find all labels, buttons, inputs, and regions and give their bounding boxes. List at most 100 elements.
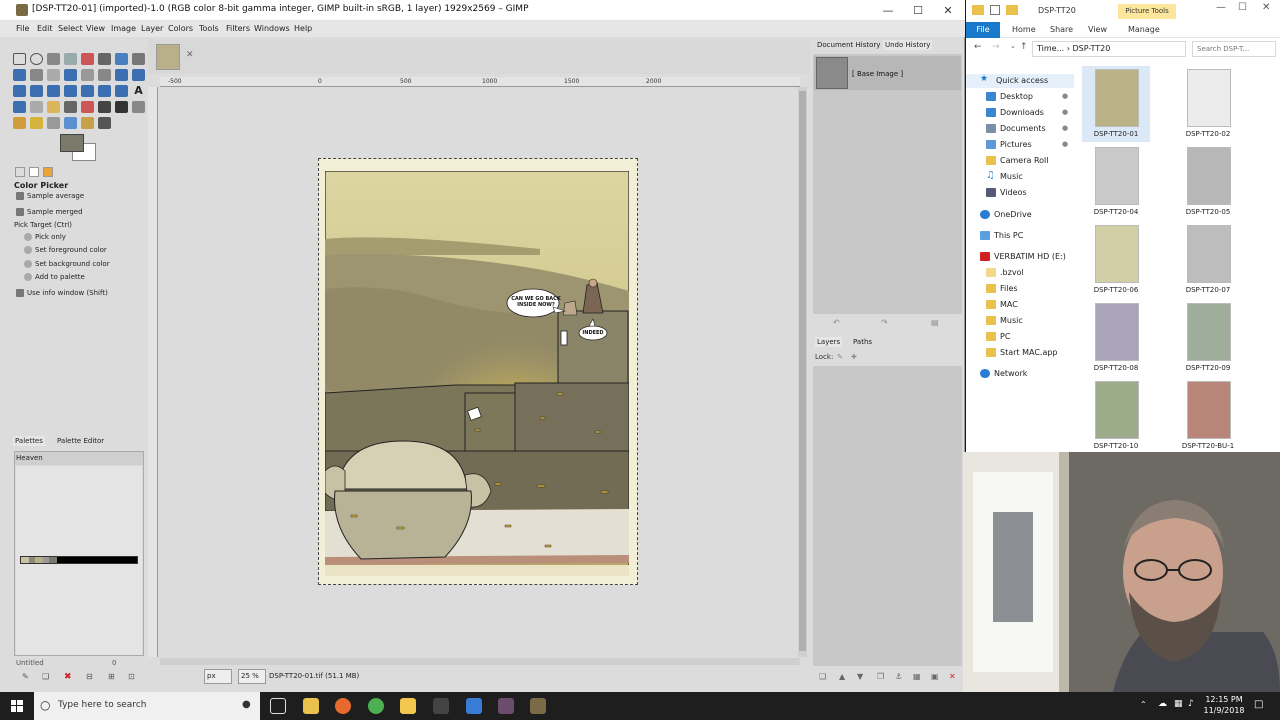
text-icon[interactable]: A bbox=[132, 85, 145, 97]
ribbon-view-tab[interactable]: View bbox=[1088, 25, 1107, 34]
lower-layer-icon[interactable]: ▼ bbox=[857, 672, 863, 681]
nav-downloads[interactable]: Downloads ● bbox=[966, 106, 1074, 120]
zoom-in-icon[interactable]: ⊞ bbox=[108, 672, 115, 681]
menu-tools[interactable]: Tools bbox=[199, 24, 219, 33]
clear-history-icon[interactable]: ▤ bbox=[931, 318, 939, 327]
unified-transform-icon[interactable] bbox=[81, 85, 94, 97]
ink-icon[interactable] bbox=[115, 101, 128, 113]
properties-icon[interactable] bbox=[990, 5, 1000, 15]
foreground-color-swatch[interactable] bbox=[60, 134, 84, 152]
up-arrow-icon[interactable]: ↑ bbox=[1020, 42, 1028, 52]
ribbon-share-tab[interactable]: Share bbox=[1050, 25, 1073, 34]
close-image-tab-icon[interactable]: ✕ bbox=[186, 50, 194, 60]
vertical-ruler[interactable] bbox=[148, 87, 158, 657]
align-icon[interactable] bbox=[81, 69, 94, 81]
ribbon-file-tab[interactable]: File bbox=[966, 22, 1000, 38]
zoom-select[interactable]: 25 % bbox=[238, 669, 266, 684]
nav-start-mac[interactable]: Start MAC.app bbox=[966, 346, 1074, 360]
file-explorer-taskbar-icon[interactable] bbox=[303, 698, 319, 714]
menu-select[interactable]: Select bbox=[58, 24, 83, 33]
pencil-icon[interactable] bbox=[47, 101, 60, 113]
nav-quick-access[interactable]: ★ Quick access bbox=[966, 74, 1074, 88]
start-button[interactable] bbox=[0, 692, 34, 720]
folder-taskbar-icon[interactable] bbox=[400, 698, 416, 714]
nav-this-pc[interactable]: This PC bbox=[966, 229, 1074, 243]
media-icon[interactable] bbox=[498, 698, 514, 714]
fuzzy-select-icon[interactable] bbox=[64, 53, 77, 65]
dodge-burn-icon[interactable] bbox=[98, 117, 111, 129]
images-tab-icon[interactable] bbox=[43, 167, 53, 177]
app-taskbar-icon[interactable] bbox=[433, 698, 449, 714]
eraser-icon[interactable] bbox=[81, 101, 94, 113]
file-item[interactable]: DSP-TT20-09 bbox=[1174, 300, 1242, 376]
zoom-icon[interactable] bbox=[30, 69, 43, 81]
close-button[interactable]: ✕ bbox=[933, 2, 963, 19]
nav-bzvol[interactable]: .bzvol bbox=[966, 266, 1074, 280]
bucket-fill-icon[interactable] bbox=[13, 101, 26, 113]
tab-paths[interactable]: Paths bbox=[851, 337, 874, 347]
menu-edit[interactable]: Edit bbox=[37, 24, 53, 33]
nav-verbatim-drive[interactable]: VERBATIM HD (E:) bbox=[966, 250, 1074, 264]
menu-colors[interactable]: Colors bbox=[168, 24, 193, 33]
lock-pixels-icon[interactable]: ✎ bbox=[837, 353, 843, 361]
file-item[interactable]: DSP-TT20-08 bbox=[1082, 300, 1150, 376]
delete-palette-icon[interactable]: ✖ bbox=[64, 672, 72, 682]
clock-time[interactable]: 12:15 PM bbox=[1200, 695, 1248, 704]
undo-icon[interactable]: ↶ bbox=[833, 318, 840, 327]
unit-select[interactable]: px bbox=[204, 669, 232, 684]
mypaint-brush-icon[interactable] bbox=[132, 101, 145, 113]
blend-icon[interactable] bbox=[30, 101, 43, 113]
gimp-taskbar-icon[interactable] bbox=[530, 698, 546, 714]
tab-palettes[interactable]: Palettes bbox=[13, 436, 45, 446]
foreground-select-icon[interactable] bbox=[115, 53, 128, 65]
sample-average-checkbox[interactable] bbox=[16, 192, 24, 200]
tray-chevron-icon[interactable]: ⌃ bbox=[1140, 700, 1147, 709]
handle-transform-icon[interactable] bbox=[115, 85, 128, 97]
volume-icon[interactable]: ♪ bbox=[1188, 699, 1194, 709]
use-info-window-checkbox[interactable] bbox=[16, 289, 24, 297]
taskbar-search[interactable]: ○ Type here to search ● bbox=[34, 692, 260, 720]
history-item[interactable]: [ Base Image ] bbox=[814, 56, 961, 90]
search-input[interactable]: Search DSP-T... bbox=[1192, 41, 1276, 57]
nav-mac[interactable]: MAC bbox=[966, 298, 1074, 312]
nav-pictures[interactable]: Pictures ● bbox=[966, 138, 1074, 152]
lock-position-icon[interactable]: ✚ bbox=[851, 353, 857, 361]
ellipse-select-icon[interactable] bbox=[30, 53, 43, 65]
delete-layer-icon[interactable]: ✕ bbox=[949, 672, 956, 681]
address-bar[interactable]: Time... › DSP-TT20 bbox=[1032, 41, 1186, 57]
merge-layer-icon[interactable]: ▦ bbox=[913, 672, 921, 681]
duplicate-layer-icon[interactable]: ❐ bbox=[877, 672, 884, 681]
pick-only-radio[interactable] bbox=[24, 233, 32, 241]
krita-icon[interactable] bbox=[466, 698, 482, 714]
menu-filters[interactable]: Filters bbox=[226, 24, 250, 33]
nav-music[interactable]: ♫ Music bbox=[966, 170, 1074, 184]
file-item[interactable]: DSP-TT20-06 bbox=[1082, 222, 1150, 298]
minimize-button[interactable]: — bbox=[1216, 2, 1226, 13]
color-select-icon[interactable] bbox=[81, 53, 94, 65]
new-layer-icon[interactable]: ❏ bbox=[819, 672, 826, 681]
perspective-icon[interactable] bbox=[30, 85, 43, 97]
layers-list[interactable] bbox=[813, 366, 962, 666]
smudge-icon[interactable] bbox=[81, 117, 94, 129]
task-view-icon[interactable] bbox=[270, 698, 286, 714]
menu-file[interactable]: File bbox=[16, 24, 29, 33]
warp-icon[interactable] bbox=[98, 85, 111, 97]
measure-icon[interactable] bbox=[47, 69, 60, 81]
nav-pc[interactable]: PC bbox=[966, 330, 1074, 344]
new-palette-icon[interactable]: ❏ bbox=[42, 672, 49, 681]
set-fg-radio[interactable] bbox=[24, 246, 32, 254]
tab-undo-history[interactable]: Undo History bbox=[883, 40, 933, 50]
palette-grid[interactable] bbox=[16, 466, 142, 655]
file-item[interactable]: DSP-TT20-10 bbox=[1082, 378, 1150, 452]
picture-tools-tab[interactable]: Picture Tools bbox=[1118, 4, 1176, 19]
heal-icon[interactable] bbox=[30, 117, 43, 129]
nav-onedrive[interactable]: OneDrive bbox=[966, 208, 1074, 222]
file-item[interactable]: DSP-TT20-02 bbox=[1174, 66, 1242, 142]
cage-icon[interactable] bbox=[64, 85, 77, 97]
free-select-icon[interactable] bbox=[47, 53, 60, 65]
clock-date[interactable]: 11/9/2018 bbox=[1200, 706, 1248, 715]
new-folder-icon[interactable] bbox=[1006, 5, 1018, 15]
ribbon-home-tab[interactable]: Home bbox=[1012, 25, 1036, 34]
chrome-icon[interactable] bbox=[368, 698, 384, 714]
menu-help[interactable]: Help bbox=[294, 24, 312, 33]
